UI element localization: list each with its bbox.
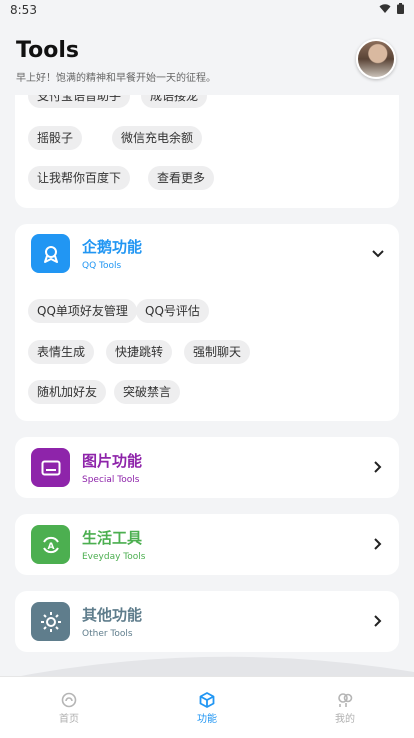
- image-section-title: 图片功能: [82, 452, 143, 470]
- qq-section-subtitle: QQ Tools: [82, 261, 122, 271]
- chevron-right-icon[interactable]: [371, 614, 385, 628]
- chip-force-chat[interactable]: 强制聊天: [184, 340, 251, 364]
- chip-random-add[interactable]: 随机加好友: [28, 380, 107, 404]
- chip-emoji-generate[interactable]: 表情生成: [28, 340, 95, 364]
- badge-icon: [43, 245, 58, 263]
- image-section-icon: [31, 448, 70, 487]
- status-icons: [379, 3, 404, 14]
- card-icon: [41, 460, 60, 475]
- life-tools-card[interactable]: A 生活工具 Eveyday Tools: [15, 514, 399, 575]
- battery-icon: [397, 3, 404, 14]
- home-icon: [61, 692, 77, 708]
- life-section-title: 生活工具: [82, 529, 143, 547]
- chip-break-mute[interactable]: 突破禁言: [114, 380, 181, 404]
- nav-home-label: 首页: [59, 714, 79, 725]
- nav-functions-label: 功能: [197, 714, 217, 725]
- image-section-subtitle: Special Tools: [82, 475, 140, 485]
- feature-list[interactable]: 支付宝语音助手 成语接龙 摇骰子 微信充电余额 让我帮你百度下 查看更多 企鹅功…: [0, 95, 414, 676]
- other-section-title: 其他功能: [82, 606, 143, 624]
- status-bar: 8:53: [0, 0, 414, 20]
- life-section-icon: A: [31, 525, 70, 564]
- nav-functions[interactable]: 功能: [138, 677, 276, 738]
- auto-rotate-icon: A: [42, 536, 59, 553]
- other-tools-card[interactable]: 其他功能 Other Tools: [15, 591, 399, 652]
- cube-icon: [199, 692, 215, 708]
- svg-text:A: A: [47, 542, 54, 552]
- chip-idiom-chain[interactable]: 成语接龙: [141, 95, 208, 108]
- avatar[interactable]: [356, 39, 396, 79]
- nav-mine[interactable]: 我的: [276, 677, 414, 738]
- other-section-icon: [31, 602, 70, 641]
- chip-dice[interactable]: 摇骰子: [28, 126, 83, 150]
- chevron-down-icon[interactable]: [371, 247, 385, 261]
- other-section-subtitle: Other Tools: [82, 629, 133, 639]
- profile-icon: [338, 693, 353, 707]
- qq-section-title[interactable]: 企鹅功能: [82, 236, 142, 257]
- life-section-subtitle: Eveyday Tools: [82, 552, 146, 562]
- qq-tools-card: 企鹅功能 QQ Tools QQ单项好友管理 QQ号评估 表情生成 快捷跳转 强…: [15, 224, 399, 421]
- chip-qq-evaluate[interactable]: QQ号评估: [136, 299, 209, 323]
- status-time: 8:53: [10, 3, 37, 17]
- chip-quick-jump[interactable]: 快捷跳转: [106, 340, 173, 364]
- bottom-nav: 首页 功能 我的: [0, 676, 414, 738]
- chip-baidu[interactable]: 让我帮你百度下: [28, 166, 131, 190]
- page-title: Tools: [16, 38, 79, 63]
- brightness-icon: [40, 611, 61, 632]
- header: Tools 早上好！饱满的精神和早餐开始一天的征程。: [0, 20, 414, 95]
- nav-home[interactable]: 首页: [0, 677, 138, 738]
- chevron-right-icon[interactable]: [371, 460, 385, 474]
- chip-wechat-balance[interactable]: 微信充电余额: [112, 126, 203, 150]
- chevron-right-icon[interactable]: [371, 537, 385, 551]
- wifi-icon: [379, 3, 391, 13]
- chip-qq-friend-manage[interactable]: QQ单项好友管理: [28, 299, 137, 323]
- greeting-text: 早上好！饱满的精神和早餐开始一天的征程。: [16, 73, 216, 84]
- nav-mine-label: 我的: [335, 714, 355, 725]
- qq-section-icon: [31, 234, 70, 273]
- chip-alipay-voice[interactable]: 支付宝语音助手: [28, 95, 131, 108]
- top-tools-card: 支付宝语音助手 成语接龙 摇骰子 微信充电余额 让我帮你百度下 查看更多: [15, 95, 399, 208]
- image-tools-card[interactable]: 图片功能 Special Tools: [15, 437, 399, 498]
- chip-view-more[interactable]: 查看更多: [148, 166, 215, 190]
